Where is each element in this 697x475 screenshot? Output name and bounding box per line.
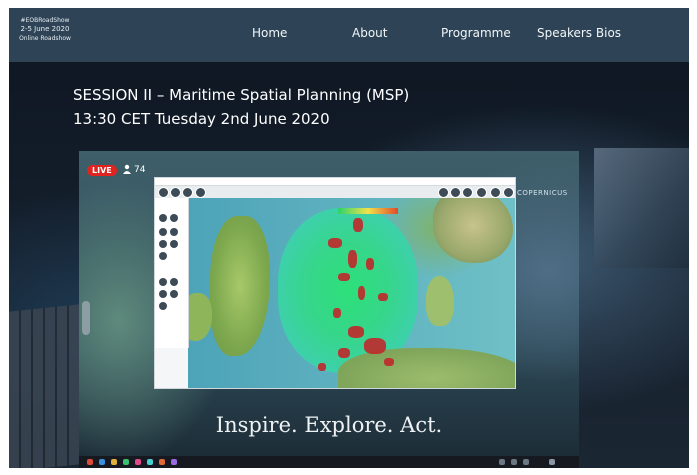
map-hotspot [328,238,342,248]
taskbar-clock-icon [549,459,555,465]
nav-home-link[interactable]: Home [252,26,287,40]
satellite-body-decoration [594,148,689,268]
map-panel-icon[interactable] [170,290,178,298]
map-land [188,293,212,341]
map-tool-icon[interactable] [476,187,487,198]
taskbar-app-icon[interactable] [135,459,141,465]
map-tool-icon[interactable] [490,187,501,198]
map-panel-icon[interactable] [159,214,167,222]
app-titlebar [155,178,515,186]
live-badge: LIVE [87,165,117,176]
map-hotspot [348,250,357,268]
taskbar-tray-icon[interactable] [523,459,529,465]
map-tool-icon[interactable] [450,187,461,198]
viewer-icon [123,164,131,174]
map-hotspot [338,273,350,281]
nav-programme-link[interactable]: Programme [441,26,511,40]
map-land [433,198,513,263]
map-legend [338,208,398,214]
map-land [426,276,454,326]
map-hotspot [318,363,326,371]
taskbar-app-icon[interactable] [123,459,129,465]
map-panel-icon[interactable] [159,252,167,260]
map-panel-icon[interactable] [159,240,167,248]
map-panel-icon[interactable] [170,240,178,248]
map-tool-icon[interactable] [438,187,449,198]
taskbar-app-icon[interactable] [147,459,153,465]
map-tool-icon[interactable] [462,187,473,198]
map-land [210,216,270,356]
shared-screen-map-app [154,177,516,389]
app-toolbar [155,186,515,198]
taskbar-tray-icon[interactable] [499,459,505,465]
map-hotspot [364,338,386,354]
map-panel-icon[interactable] [159,278,167,286]
map-tool-icon[interactable] [503,187,514,198]
viewer-count: 74 [134,165,146,175]
map-hotspot [358,286,365,300]
map-hotspot [353,218,363,232]
nav-about-link[interactable]: About [352,26,387,40]
video-tagline: Inspire. Explore. Act. [215,413,443,437]
brand-logo[interactable]: #EOBRoadShow 2-5 June 2020 Online Roadsh… [15,16,75,43]
brand-line-3: Online Roadshow [19,35,71,42]
map-panel-icon[interactable] [159,302,167,310]
map-tools-panel [155,198,189,348]
taskbar-app-icon[interactable] [99,459,105,465]
map-panel-icon[interactable] [170,228,178,236]
map-hotspot [338,348,350,358]
map-tool-icon[interactable] [182,187,193,198]
map-panel-icon[interactable] [170,214,178,222]
top-navbar: #EOBRoadShow 2-5 June 2020 Online Roadsh… [9,8,689,62]
map-panel-icon[interactable] [159,228,167,236]
brand-line-2: 2-5 June 2020 [20,25,70,33]
map-tool-icon[interactable] [170,187,181,198]
map-hotspot [333,308,341,318]
nav-speakers-bios-link[interactable]: Speakers Bios [537,26,621,40]
session-title: SESSION II – Maritime Spatial Planning (… [73,86,410,104]
video-player[interactable]: LIVE 74 COPERNICUS Inspire. Explore. Act… [79,151,579,468]
map-hotspot [378,293,388,301]
map-land [338,348,515,388]
copernicus-brand-mark: COPERNICUS [517,189,568,197]
map-panel-icon[interactable] [170,278,178,286]
taskbar-app-icon[interactable] [87,459,93,465]
session-time: 13:30 CET Tuesday 2nd June 2020 [73,110,330,128]
map-hotspot [348,326,364,338]
map-tool-icon[interactable] [195,187,206,198]
satellite-solar-panel-decoration [9,304,79,468]
map-tool-icon[interactable] [158,187,169,198]
taskbar-tray-icon[interactable] [511,459,517,465]
map-hotspot [384,358,394,366]
side-drag-handle[interactable] [82,301,90,335]
taskbar-app-icon[interactable] [159,459,165,465]
brand-line-1: #EOBRoadShow [20,17,70,24]
taskbar-app-icon[interactable] [111,459,117,465]
map-panel-icon[interactable] [159,290,167,298]
europe-map[interactable] [188,198,515,388]
map-hotspot [366,258,374,270]
player-taskbar [79,456,579,468]
taskbar-app-icon[interactable] [171,459,177,465]
page-frame: #EOBRoadShow 2-5 June 2020 Online Roadsh… [9,8,689,468]
